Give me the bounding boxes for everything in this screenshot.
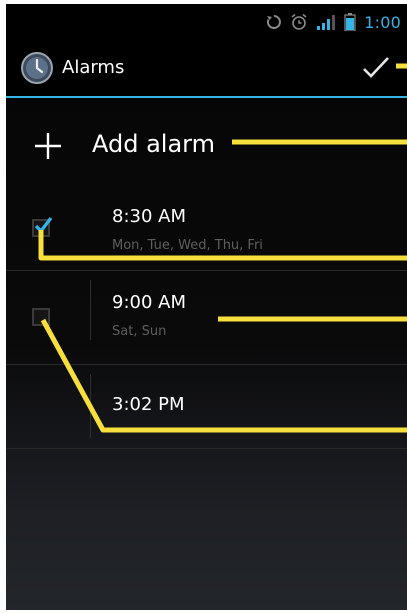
screenshot-frame: 1:00 Alarms Add alarm 8:30 AM Mon, Tue, … bbox=[0, 0, 407, 614]
checkbox-check-icon bbox=[34, 217, 53, 234]
alarm-2-time: 9:00 AM bbox=[112, 292, 186, 313]
action-bar: Alarms bbox=[6, 40, 407, 96]
add-alarm-row[interactable]: Add alarm bbox=[6, 118, 407, 174]
signal-icon bbox=[317, 15, 336, 30]
alarm-1-days: Mon, Tue, Wed, Thu, Fri bbox=[112, 238, 263, 253]
row-divider bbox=[6, 364, 407, 365]
done-button[interactable] bbox=[358, 50, 398, 86]
status-time: 1:00 bbox=[364, 12, 401, 32]
clock-icon[interactable] bbox=[20, 51, 54, 85]
status-icons: 1:00 bbox=[266, 11, 401, 33]
sync-icon bbox=[267, 15, 282, 29]
action-bar-divider bbox=[6, 96, 407, 98]
alarm-row-3[interactable]: 3:02 PM bbox=[6, 366, 407, 448]
status-bar: 1:00 bbox=[6, 4, 407, 40]
battery-icon bbox=[344, 13, 356, 31]
page-title: Alarms bbox=[62, 57, 125, 78]
row-vertical-divider bbox=[90, 374, 91, 438]
alarm-2-days: Sat, Sun bbox=[112, 324, 167, 339]
add-alarm-label: Add alarm bbox=[92, 130, 215, 158]
row-divider bbox=[6, 448, 407, 449]
alarm-3-time: 3:02 PM bbox=[112, 394, 185, 415]
alarm-1-checkbox[interactable] bbox=[32, 217, 53, 237]
alarm-clock-icon bbox=[291, 13, 307, 30]
phone-screen: 1:00 Alarms Add alarm 8:30 AM Mon, Tue, … bbox=[6, 4, 407, 610]
alarm-row-1[interactable]: 8:30 AM Mon, Tue, Wed, Thu, Fri bbox=[6, 190, 407, 270]
checkmark-icon bbox=[363, 57, 389, 78]
alarm-row-2[interactable]: 9:00 AM Sat, Sun bbox=[6, 272, 407, 364]
plus-icon bbox=[35, 133, 61, 159]
row-vertical-divider bbox=[90, 280, 91, 340]
alarm-2-checkbox[interactable] bbox=[32, 308, 50, 326]
alarm-1-time: 8:30 AM bbox=[112, 206, 186, 227]
row-divider bbox=[6, 270, 407, 271]
